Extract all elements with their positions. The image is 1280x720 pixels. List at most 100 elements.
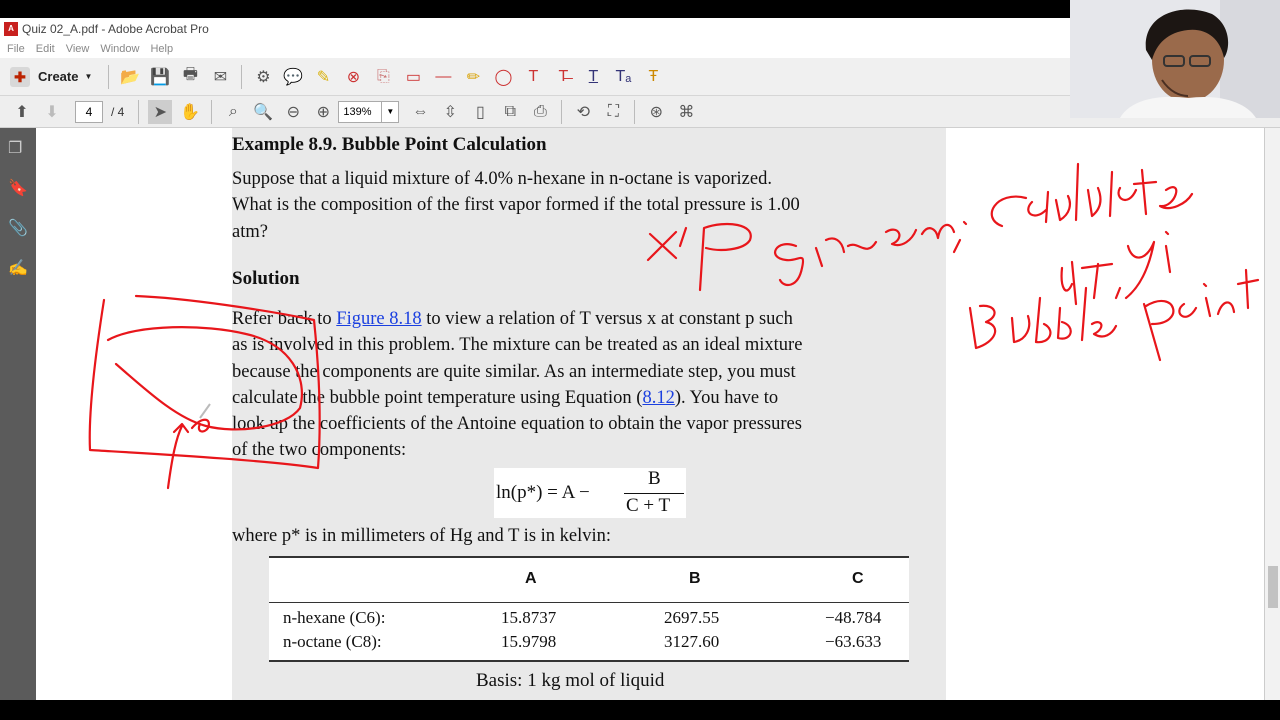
line-icon[interactable]: — xyxy=(431,65,455,89)
ink-t-yi xyxy=(1060,230,1172,306)
typewriter-icon[interactable]: Ŧ xyxy=(641,65,665,89)
presenter-video xyxy=(1070,0,1280,118)
bottom-black-band xyxy=(0,700,1280,720)
attachments-icon[interactable]: 📎 xyxy=(8,218,28,238)
problem-statement: Suppose that a liquid mixture of 4.0% n-… xyxy=(232,166,952,245)
highlight-icon[interactable]: ✎ xyxy=(311,65,335,89)
ink-point-word xyxy=(1142,268,1260,362)
full-screen-icon[interactable]: ⛶ xyxy=(601,100,625,124)
column-header-b: B xyxy=(689,570,701,587)
solution-line-4-pre: calculate the bubble point temperature u… xyxy=(232,387,643,408)
title-bar: A Quiz 02_A.pdf - Adobe Acrobat Pro xyxy=(0,18,1070,40)
print-preview-icon[interactable]: ⎙ xyxy=(528,100,552,124)
row-hexane-c: −48.784 xyxy=(825,608,882,627)
ink-cursor xyxy=(199,403,211,419)
ink-arrow xyxy=(166,418,210,490)
equation-denominator: C + T xyxy=(626,495,671,516)
dynamic-zoom-icon[interactable]: 🔍 xyxy=(251,100,275,124)
pdf-page: Example 8.9. Bubble Point Calculation Su… xyxy=(232,128,946,700)
page-total: / 4 xyxy=(111,104,125,119)
rotate-view-icon[interactable]: ⟲ xyxy=(571,100,595,124)
replace-text-icon[interactable]: T̲ xyxy=(581,65,605,89)
menu-bar: File Edit View Window Help xyxy=(0,40,1070,58)
window-title: Quiz 02_A.pdf - Adobe Acrobat Pro xyxy=(22,22,209,36)
zoom-in-icon[interactable]: ⊕ xyxy=(311,100,335,124)
strikethrough-icon[interactable]: T̶ xyxy=(551,65,575,89)
bookmarks-icon[interactable]: 🔖 xyxy=(8,178,28,198)
menu-help[interactable]: Help xyxy=(150,43,173,55)
equation-link[interactable]: 8.12 xyxy=(642,388,674,408)
problem-line-2: What is the composition of the first vap… xyxy=(232,195,800,216)
rectangle-icon[interactable]: ▭ xyxy=(401,65,425,89)
solution-line-6: of the two components: xyxy=(232,440,407,461)
equation-fraction-bar xyxy=(624,493,684,494)
read-mode-icon[interactable]: ⊛ xyxy=(644,100,668,124)
oval-icon[interactable]: ◯ xyxy=(491,65,515,89)
link-icon[interactable]: ⌘ xyxy=(674,100,698,124)
open-folder-icon[interactable]: 📂 xyxy=(118,65,142,89)
zoom-out-icon[interactable]: ⊖ xyxy=(281,100,305,124)
pencil-icon[interactable]: ✏ xyxy=(461,65,485,89)
solution-paragraph: Refer back to Figure 8.18 to view a rela… xyxy=(232,306,952,464)
ink-semicolon xyxy=(952,220,968,254)
save-icon[interactable]: 💾 xyxy=(148,65,172,89)
where-text: where p* is in millimeters of Hg and T i… xyxy=(232,526,612,546)
print-icon[interactable]: 🖶 xyxy=(178,65,202,89)
email-icon[interactable]: ✉ xyxy=(208,65,232,89)
single-page-icon[interactable]: ▯ xyxy=(468,100,492,124)
scrollbar-thumb[interactable] xyxy=(1268,566,1278,608)
menu-edit[interactable]: Edit xyxy=(36,43,55,55)
page-down-icon[interactable]: ⬇ xyxy=(40,100,64,124)
page-number-input[interactable]: 4 xyxy=(75,100,103,123)
figure-link[interactable]: Figure 8.18 xyxy=(336,309,421,329)
solution-line-4: calculate the bubble point temperature u… xyxy=(232,385,952,411)
marquee-zoom-icon[interactable]: ⌕ xyxy=(221,100,245,124)
equation-lhs: ln(p*) = A − xyxy=(496,482,590,503)
attach-icon[interactable]: ⊗ xyxy=(341,65,365,89)
chevron-down-icon: ▼ xyxy=(84,72,93,81)
textbox-icon[interactable]: Tₐ xyxy=(611,65,635,89)
row-octane-a: 15.9798 xyxy=(501,632,557,651)
pdf-app-icon: A xyxy=(4,22,18,36)
solution-line-2: as is involved in this problem. The mixt… xyxy=(232,335,803,356)
create-icon: ✚ xyxy=(10,66,30,87)
menu-view[interactable]: View xyxy=(66,43,90,55)
equation-numerator: B xyxy=(648,468,661,489)
page-thumbnails-icon[interactable]: ❐ xyxy=(8,138,28,158)
basis-text: Basis: 1 kg mol of liquid xyxy=(476,670,665,691)
solution-heading: Solution xyxy=(232,268,300,289)
table-rule xyxy=(269,602,909,603)
text-insert-icon[interactable]: T xyxy=(521,65,545,89)
solution-line-1: Refer back to Figure 8.18 to view a rela… xyxy=(232,306,952,332)
antoine-coefficients-table: A B C n-hexane (C6): 15.8737 2697.55 −48… xyxy=(269,556,909,662)
menu-file[interactable]: File xyxy=(7,43,25,55)
fit-page-icon[interactable]: ⇳ xyxy=(438,100,462,124)
create-button[interactable]: ✚ Create ▼ xyxy=(10,66,93,87)
select-cursor-icon[interactable]: ➤ xyxy=(148,99,173,124)
signatures-icon[interactable]: ✍ xyxy=(8,258,28,278)
hand-tool-icon[interactable]: ✋ xyxy=(178,100,202,124)
create-label: Create xyxy=(38,69,79,84)
two-page-icon[interactable]: ⧉ xyxy=(498,100,522,124)
row-hexane-name: n-hexane (C6): xyxy=(283,608,386,627)
page-up-icon[interactable]: ⬆ xyxy=(10,100,34,124)
toolbar-divider xyxy=(241,64,243,89)
settings-gear-icon[interactable]: ⚙ xyxy=(251,65,275,89)
zoom-dropdown-icon[interactable]: ▼ xyxy=(382,100,400,123)
problem-line-3: atm? xyxy=(232,221,268,242)
toolbar-divider xyxy=(138,99,140,124)
example-heading: Example 8.9. Bubble Point Calculation xyxy=(232,134,547,155)
webcam-overlay xyxy=(1070,0,1280,118)
row-octane-b: 3127.60 xyxy=(664,632,720,651)
row-octane-name: n-octane (C8): xyxy=(283,632,382,651)
comment-icon[interactable]: 💬 xyxy=(281,65,305,89)
document-viewer[interactable]: Example 8.9. Bubble Point Calculation Su… xyxy=(36,128,1264,700)
zoom-level-input[interactable]: 139% xyxy=(338,100,383,123)
ink-bubble-word xyxy=(968,286,1118,350)
fit-width-icon[interactable]: ⇔ xyxy=(408,100,432,124)
stamp-icon[interactable]: ⎘ xyxy=(371,65,395,89)
solution-line-4-post: ). You have to xyxy=(674,387,779,408)
menu-window[interactable]: Window xyxy=(100,43,139,55)
vertical-scrollbar[interactable] xyxy=(1264,128,1280,700)
row-hexane-a: 15.8737 xyxy=(501,608,557,627)
